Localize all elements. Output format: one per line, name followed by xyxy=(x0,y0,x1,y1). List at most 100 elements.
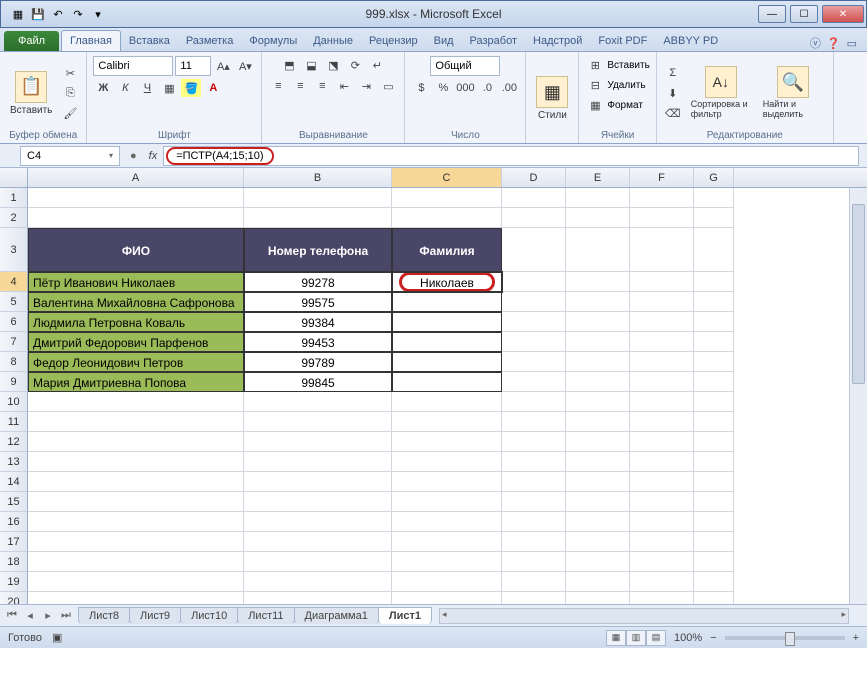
row-header-13[interactable]: 13 xyxy=(0,452,28,472)
select-all-corner[interactable] xyxy=(0,168,28,187)
cell[interactable] xyxy=(566,552,630,572)
cell[interactable] xyxy=(244,208,392,228)
bold-icon[interactable]: Ж xyxy=(93,79,113,97)
cell[interactable] xyxy=(630,472,694,492)
cell[interactable] xyxy=(694,592,734,604)
format-cells-button[interactable]: ▦Формат xyxy=(585,96,643,114)
tab-addins[interactable]: Надстрой xyxy=(525,31,590,51)
styles-button[interactable]: ▦ Стили xyxy=(532,74,572,123)
cell[interactable] xyxy=(244,412,392,432)
col-header-E[interactable]: E xyxy=(566,168,630,187)
cell[interactable] xyxy=(502,208,566,228)
cell[interactable] xyxy=(28,532,244,552)
cell[interactable] xyxy=(630,352,694,372)
row-header-2[interactable]: 2 xyxy=(0,208,28,228)
cell-surname[interactable] xyxy=(392,312,502,332)
cell-fio[interactable]: Валентина Михайловна Сафронова xyxy=(28,292,244,312)
paste-button[interactable]: 📋 Вставить xyxy=(6,69,56,118)
cell[interactable] xyxy=(566,372,630,392)
align-center-icon[interactable]: ≡ xyxy=(290,77,310,95)
wrap-text-icon[interactable]: ↵ xyxy=(367,56,387,74)
cell[interactable] xyxy=(694,492,734,512)
cell[interactable] xyxy=(694,472,734,492)
help-icon[interactable]: ❓ xyxy=(827,37,841,50)
sheet-tab-Лист11[interactable]: Лист11 xyxy=(237,607,294,624)
increase-decimal-icon[interactable]: .0 xyxy=(477,79,497,97)
tab-formulas[interactable]: Формулы xyxy=(241,31,305,51)
cell[interactable] xyxy=(630,512,694,532)
decrease-decimal-icon[interactable]: .00 xyxy=(499,79,519,97)
row-header-18[interactable]: 18 xyxy=(0,552,28,572)
row-header-3[interactable]: 3 xyxy=(0,228,28,272)
row-header-16[interactable]: 16 xyxy=(0,512,28,532)
tab-review[interactable]: Рецензир xyxy=(361,31,426,51)
grow-font-icon[interactable]: A▴ xyxy=(213,57,233,75)
cell[interactable] xyxy=(566,432,630,452)
orientation-icon[interactable]: ⟳ xyxy=(345,56,365,74)
cell-phone[interactable]: 99278 xyxy=(244,272,392,292)
border-icon[interactable]: ▦ xyxy=(159,79,179,97)
cell[interactable] xyxy=(392,592,502,604)
cell[interactable] xyxy=(694,452,734,472)
cell[interactable] xyxy=(502,452,566,472)
cell-surname[interactable]: Николаев xyxy=(392,272,502,292)
zoom-slider[interactable] xyxy=(725,636,845,640)
font-name-combo[interactable]: Calibri xyxy=(93,56,173,76)
cell[interactable] xyxy=(502,472,566,492)
cell[interactable] xyxy=(502,392,566,412)
sheet-tab-Диаграмма1[interactable]: Диаграмма1 xyxy=(294,607,379,624)
tab-data[interactable]: Данные xyxy=(305,31,361,51)
cell[interactable] xyxy=(28,592,244,604)
sheet-nav-first-icon[interactable]: ⏮ xyxy=(4,609,20,622)
cell[interactable] xyxy=(566,572,630,592)
cell[interactable] xyxy=(392,432,502,452)
cell[interactable] xyxy=(566,292,630,312)
cell[interactable] xyxy=(502,352,566,372)
cell[interactable] xyxy=(392,472,502,492)
row-header-6[interactable]: 6 xyxy=(0,312,28,332)
cell[interactable] xyxy=(630,492,694,512)
cell[interactable] xyxy=(28,188,244,208)
row-header-15[interactable]: 15 xyxy=(0,492,28,512)
cell[interactable] xyxy=(392,512,502,532)
cell[interactable] xyxy=(566,472,630,492)
sort-filter-button[interactable]: A↓ Сортировка и фильтр xyxy=(687,64,755,122)
cell[interactable] xyxy=(28,452,244,472)
cell[interactable] xyxy=(502,412,566,432)
copy-icon[interactable]: ⎘ xyxy=(60,84,80,102)
page-layout-view-icon[interactable]: ▥ xyxy=(626,630,646,646)
cell-fio[interactable]: Дмитрий Федорович Парфенов xyxy=(28,332,244,352)
font-color-icon[interactable]: A xyxy=(203,79,223,97)
autosum-icon[interactable]: Σ xyxy=(663,64,683,82)
cell[interactable] xyxy=(244,512,392,532)
cell[interactable] xyxy=(566,208,630,228)
cell[interactable] xyxy=(244,432,392,452)
cell[interactable] xyxy=(630,432,694,452)
file-tab[interactable]: Файл xyxy=(4,31,59,51)
number-format-combo[interactable]: Общий xyxy=(430,56,500,76)
sheet-tab-Лист1[interactable]: Лист1 xyxy=(378,607,432,624)
underline-icon[interactable]: Ч xyxy=(137,79,157,97)
cell[interactable] xyxy=(694,572,734,592)
percent-icon[interactable]: % xyxy=(433,79,453,97)
col-header-B[interactable]: B xyxy=(244,168,392,187)
align-middle-icon[interactable]: ⬓ xyxy=(301,56,321,74)
row-header-7[interactable]: 7 xyxy=(0,332,28,352)
ribbon-options-icon[interactable]: ▭ xyxy=(847,37,857,50)
cell[interactable] xyxy=(244,188,392,208)
cell-phone[interactable]: 99575 xyxy=(244,292,392,312)
find-select-button[interactable]: 🔍 Найти и выделить xyxy=(759,64,827,122)
cell[interactable] xyxy=(630,372,694,392)
indent-left-icon[interactable]: ⇤ xyxy=(334,77,354,95)
cell[interactable] xyxy=(630,592,694,604)
align-right-icon[interactable]: ≡ xyxy=(312,77,332,95)
insert-cells-button[interactable]: ⊞Вставить xyxy=(585,56,649,74)
cell[interactable] xyxy=(694,512,734,532)
minimize-ribbon-icon[interactable]: ⓥ xyxy=(810,35,821,51)
row-header-17[interactable]: 17 xyxy=(0,532,28,552)
cell[interactable] xyxy=(566,228,630,272)
cell-fio[interactable]: Мария Дмитриевна Попова xyxy=(28,372,244,392)
cell-fio[interactable]: Пётр Иванович Николаев xyxy=(28,272,244,292)
cell[interactable] xyxy=(502,532,566,552)
cell[interactable] xyxy=(630,392,694,412)
